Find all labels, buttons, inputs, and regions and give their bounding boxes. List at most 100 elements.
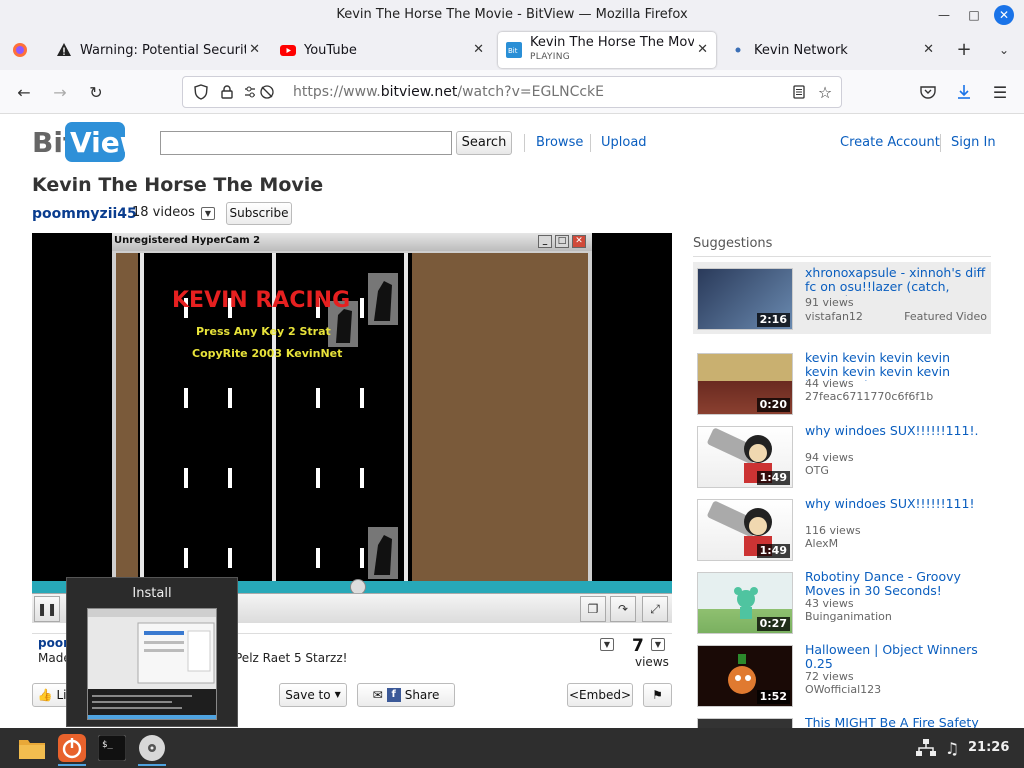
close-tab-icon[interactable]: ✕: [923, 42, 934, 57]
shield-icon[interactable]: [189, 80, 213, 104]
tab-kevin-network[interactable]: Kevin Network ✕: [722, 32, 942, 68]
reload-icon[interactable]: ↻: [84, 80, 108, 104]
music-note-icon[interactable]: ♫: [934, 730, 970, 766]
save-to-button[interactable]: Save to ▼: [279, 683, 347, 707]
lock-icon[interactable]: [215, 80, 239, 104]
suggestion-title[interactable]: This MIGHT Be A Fire Safety: [805, 716, 987, 728]
suggestion-views: 44 views: [805, 377, 854, 390]
video-player[interactable]: Unregistered HyperCam 2 _ □ ✕ KEVIN RACI…: [32, 233, 672, 623]
suggestion-author[interactable]: OWofficial123: [805, 683, 881, 696]
video-thumbnail[interactable]: 0:20: [697, 353, 793, 415]
uploader-link[interactable]: poommyzii45: [32, 206, 137, 222]
flag-button[interactable]: ⚑: [643, 683, 672, 707]
duration-badge: 1:52: [756, 690, 790, 704]
videos-count-label: 18 videos: [132, 205, 195, 220]
maximize-button[interactable]: □: [964, 5, 984, 25]
suggestion-title[interactable]: Halloween | Object Winners 0.25: [805, 643, 987, 673]
suggestion-item[interactable]: 1:49 why windoes SUX!!!!!!111! 116 views…: [693, 493, 991, 565]
suggestion-views: 116 views: [805, 524, 861, 537]
thumbs-up-icon: 👍: [37, 688, 53, 702]
close-window-button[interactable]: ✕: [994, 5, 1014, 25]
popout-icon[interactable]: ❐: [580, 596, 606, 622]
suggestion-item[interactable]: 0:20 kevin kevin kevin kevin kevin kevin…: [693, 347, 991, 419]
suggestion-item[interactable]: 2:16 xhronoxapsule - xinnoh's diff fc on…: [693, 262, 991, 334]
suggestion-title[interactable]: Robotiny Dance - Groovy Moves in 30 Seco…: [805, 570, 987, 600]
videos-count-dropdown[interactable]: 18 videos ▼: [128, 202, 219, 224]
expand-description-icon[interactable]: ▼: [600, 638, 614, 651]
flag-icon: ⚑: [652, 688, 663, 702]
suggestion-item[interactable]: 0:27 Robotiny Dance - Groovy Moves in 30…: [693, 566, 991, 638]
embed-button[interactable]: <Embed>: [567, 683, 633, 707]
bookmark-star-icon[interactable]: ☆: [813, 80, 837, 104]
pocket-icon[interactable]: [916, 80, 940, 104]
share-label: Share: [404, 688, 440, 702]
minimize-button[interactable]: —: [934, 5, 954, 25]
video-title: Kevin The Horse The Movie: [32, 174, 324, 196]
views-label: views: [635, 655, 669, 669]
pause-icon[interactable]: ❚❚: [34, 596, 60, 622]
suggestion-author[interactable]: Buinganimation: [805, 610, 892, 623]
chevron-down-icon[interactable]: ⌄: [994, 40, 1014, 60]
suggestion-title[interactable]: xhronoxapsule - xinnoh's diff fc on osu!…: [805, 266, 987, 296]
files-icon[interactable]: [14, 730, 50, 766]
browse-link[interactable]: Browse: [536, 135, 583, 150]
suggestion-author[interactable]: 27feac6711770c6f6f1b: [805, 390, 933, 403]
divider: [590, 134, 591, 152]
close-tab-icon[interactable]: ✕: [249, 42, 260, 57]
install-window-preview[interactable]: Install: [66, 577, 238, 727]
search-button[interactable]: Search: [456, 131, 512, 155]
save-to-label: Save to: [285, 688, 331, 702]
installer-icon[interactable]: [54, 730, 90, 766]
downloads-icon[interactable]: [952, 80, 976, 104]
video-description-rating: Pelz Raet 5 Starzz!: [235, 651, 348, 665]
youtube-icon: [280, 42, 296, 58]
upload-link[interactable]: Upload: [601, 135, 647, 150]
video-thumbnail[interactable]: 1:52: [697, 645, 793, 707]
firefox-view-button[interactable]: [4, 32, 38, 68]
resize-icon[interactable]: ↷: [610, 596, 636, 622]
video-thumbnail[interactable]: [697, 718, 793, 728]
video-thumbnail[interactable]: 1:49: [697, 499, 793, 561]
video-thumbnail[interactable]: 0:27: [697, 572, 793, 634]
menu-icon[interactable]: ☰: [988, 80, 1012, 104]
suggestion-title[interactable]: why windoes SUX!!!!!!111!: [805, 497, 987, 511]
forward-icon[interactable]: →: [48, 80, 72, 104]
permissions-icon[interactable]: [241, 80, 281, 104]
video-thumbnail[interactable]: 1:49: [697, 426, 793, 488]
tab-security-warning[interactable]: Warning: Potential Security ✕: [48, 32, 268, 68]
bitview-logo[interactable]: Bit View: [32, 120, 146, 164]
suggestion-author[interactable]: AlexM: [805, 537, 838, 550]
reader-view-icon[interactable]: [787, 80, 811, 104]
close-tab-icon[interactable]: ✕: [697, 42, 708, 57]
share-button[interactable]: ✉ f Share: [357, 683, 455, 707]
logo-text-right: View: [70, 126, 126, 159]
disc-icon[interactable]: [134, 730, 170, 766]
installer-screenshot: [88, 609, 216, 719]
views-dropdown-icon[interactable]: ▼: [651, 638, 665, 651]
suggestion-title[interactable]: why windoes SUX!!!!!!111!.: [805, 424, 987, 438]
fullscreen-icon[interactable]: ⤢: [642, 596, 668, 622]
new-tab-icon[interactable]: +: [954, 40, 974, 60]
video-thumbnail[interactable]: 2:16: [697, 268, 793, 330]
tab-bitview[interactable]: Bit Kevin The Horse The Movie PLAYING ✕: [498, 32, 716, 68]
create-account-link[interactable]: Create Account: [840, 135, 940, 150]
address-bar[interactable]: https://www.bitview.net/watch?v=EGLNCckE…: [182, 76, 842, 108]
install-window-thumbnail[interactable]: [87, 608, 217, 720]
suggestion-item[interactable]: 1:52 Halloween | Object Winners 0.25 72 …: [693, 639, 991, 711]
suggestion-item[interactable]: This MIGHT Be A Fire Safety: [693, 712, 991, 728]
suggestion-author[interactable]: vistafan12: [805, 310, 863, 323]
duration-badge: 0:20: [756, 398, 790, 412]
tab-youtube[interactable]: YouTube ✕: [272, 32, 492, 68]
suggestion-author[interactable]: OTG: [805, 464, 829, 477]
terminal-icon[interactable]: $_: [94, 730, 130, 766]
search-input[interactable]: [160, 131, 452, 155]
subscribe-button[interactable]: Subscribe: [226, 202, 292, 225]
suggestion-item[interactable]: 1:49 why windoes SUX!!!!!!111!. 94 views…: [693, 420, 991, 492]
suggestion-views: 72 views: [805, 670, 854, 683]
sign-in-link[interactable]: Sign In: [951, 135, 996, 150]
clock[interactable]: 21:26: [968, 740, 1009, 755]
duration-badge: 1:49: [756, 471, 790, 485]
game-scene: KEVIN RACING Press Any Key 2 Strat CopyR…: [116, 253, 588, 583]
close-tab-icon[interactable]: ✕: [473, 42, 484, 57]
back-icon[interactable]: ←: [12, 80, 36, 104]
